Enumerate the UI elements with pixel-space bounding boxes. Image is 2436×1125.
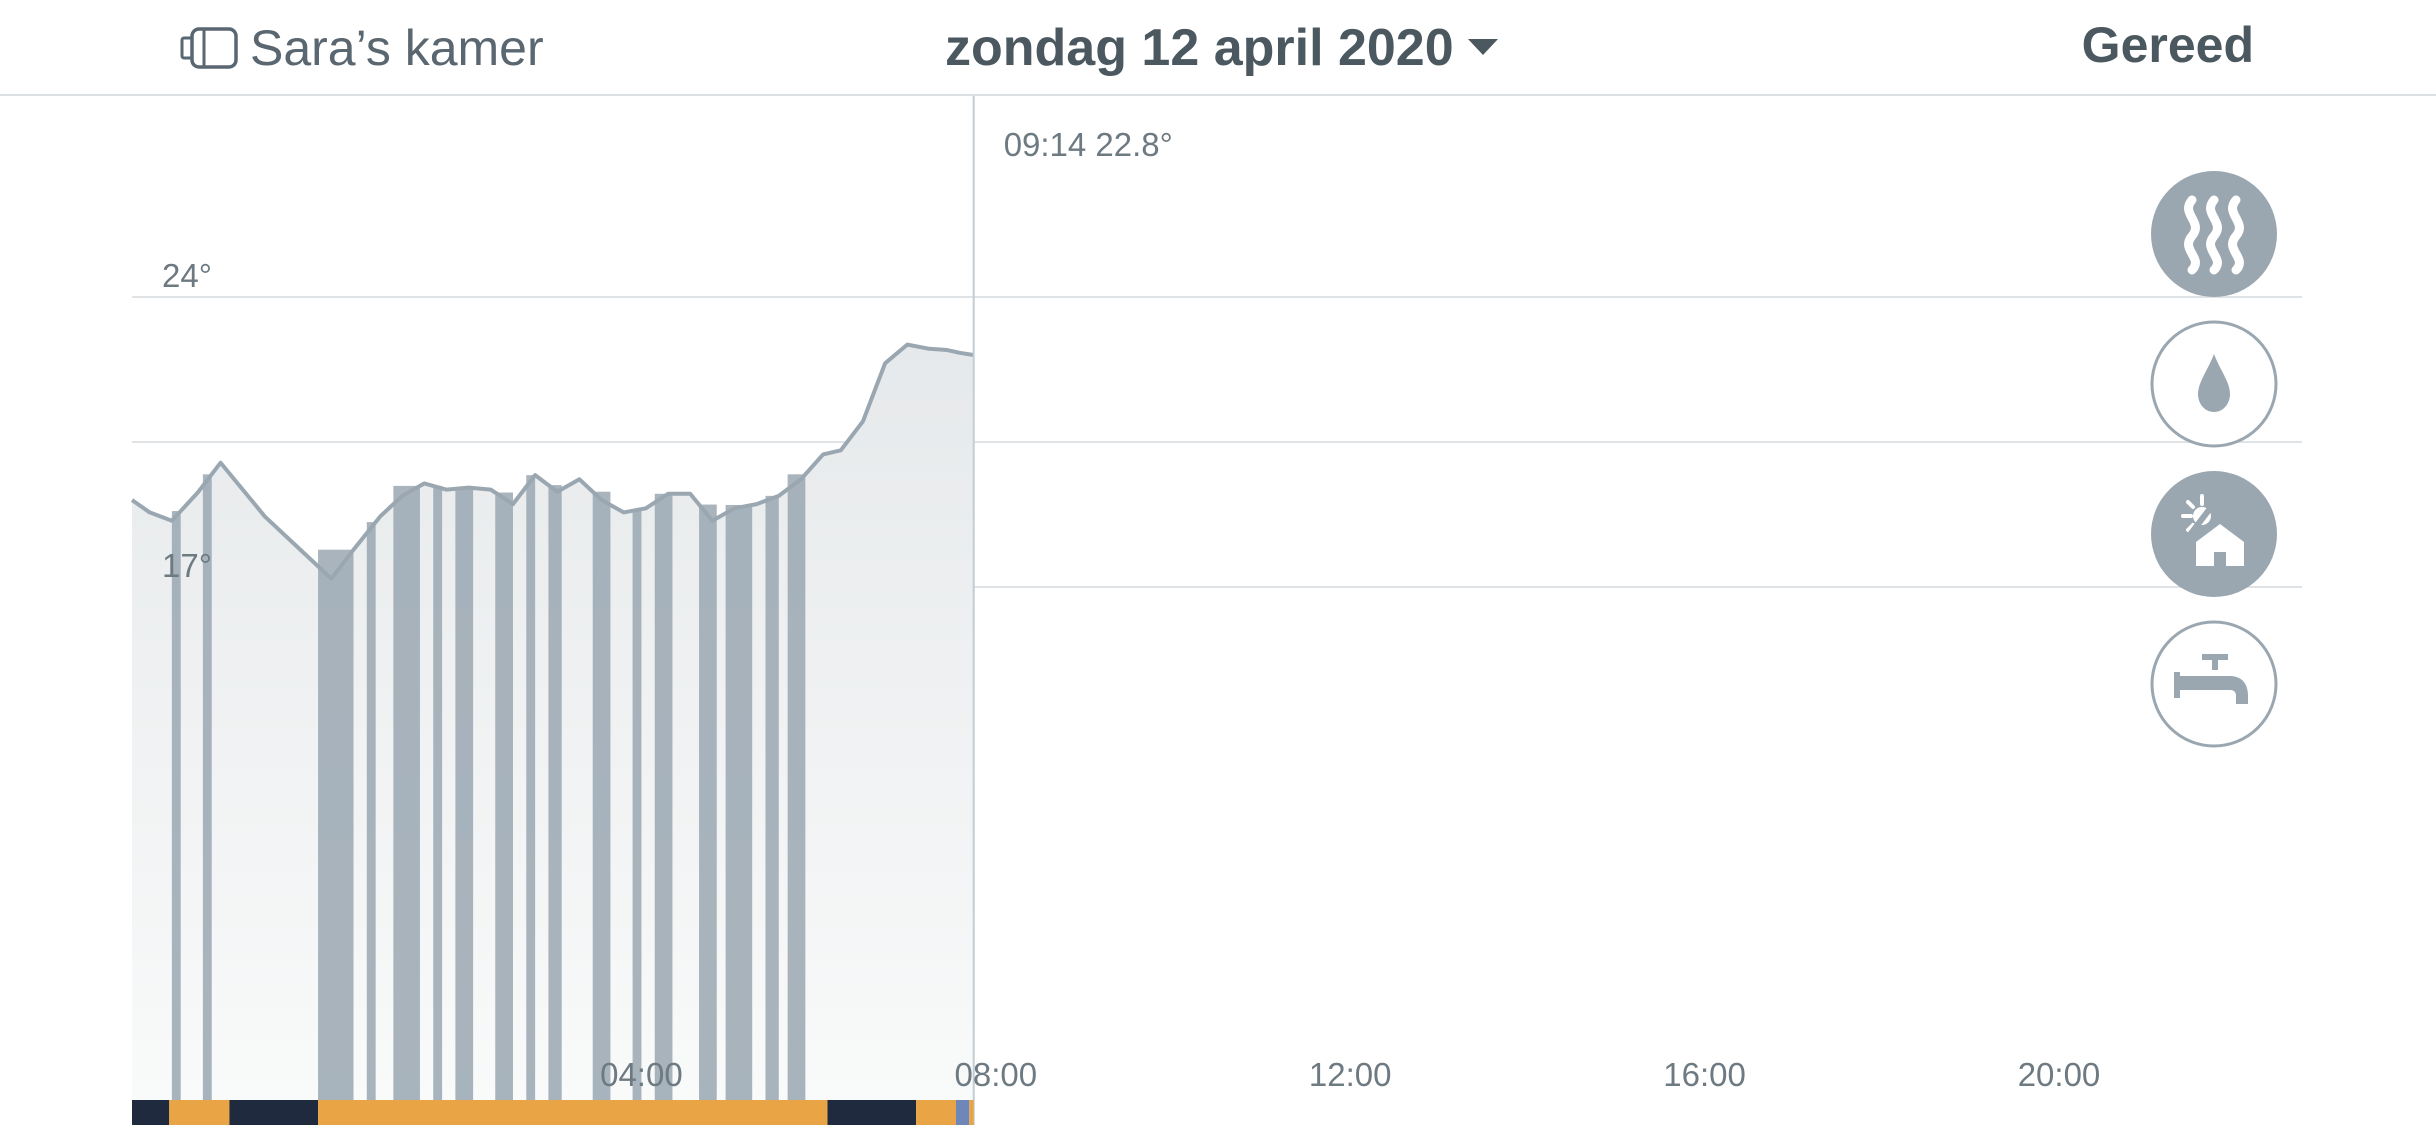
y-tick-label: 17° — [162, 547, 212, 584]
heating-bar — [318, 549, 354, 1100]
heating-bar — [765, 495, 779, 1100]
heating-bar — [393, 485, 420, 1100]
heating-bar — [171, 511, 181, 1100]
water-tap-icon — [2150, 620, 2278, 748]
heating-bar — [654, 493, 673, 1100]
heating-bar — [433, 485, 443, 1100]
x-tick-label: 04:00 — [600, 1056, 683, 1093]
date-label: zondag 12 april 2020 — [945, 19, 1454, 77]
time-cursor[interactable]: 09:14 22.8° — [972, 96, 1173, 1125]
radiator-valve-icon — [180, 26, 240, 70]
heat-waves-icon — [2151, 171, 2277, 297]
x-tick-label: 16:00 — [1663, 1056, 1746, 1093]
status-strip — [132, 1100, 974, 1125]
heating-bar — [526, 475, 536, 1101]
status-segment — [955, 1100, 970, 1125]
humidity-toggle[interactable] — [2150, 320, 2278, 448]
x-tick-label: 08:00 — [955, 1056, 1038, 1093]
room-name: Sara’s kamer — [250, 20, 544, 76]
room-selector-button[interactable]: Sara’s kamer — [180, 20, 544, 76]
heating-bar — [592, 491, 611, 1100]
status-segment — [132, 1100, 170, 1125]
sun-house-icon — [2151, 471, 2277, 597]
y-tick-label: 24° — [162, 257, 212, 294]
status-segment — [318, 1100, 828, 1125]
heating-bar — [366, 522, 376, 1100]
outdoor-toggle[interactable] — [2150, 470, 2278, 598]
status-segment — [229, 1100, 319, 1125]
heating-toggle[interactable] — [2150, 170, 2278, 298]
status-segment — [969, 1100, 974, 1125]
heating-bar — [455, 487, 474, 1100]
status-segment — [916, 1100, 956, 1125]
heating-bar — [495, 492, 513, 1100]
x-tick-label: 20:00 — [2018, 1056, 2101, 1093]
heating-bar — [632, 509, 642, 1101]
cursor-readout: 09:14 22.8° — [1004, 126, 1173, 163]
date-picker-button[interactable]: zondag 12 april 2020 — [945, 18, 1498, 78]
x-tick-label: 12:00 — [1309, 1056, 1392, 1093]
hot-water-toggle[interactable] — [2150, 620, 2278, 748]
top-bar: Sara’s kamer zondag 12 april 2020 Gereed — [0, 0, 2436, 96]
heating-bar — [725, 504, 753, 1100]
water-drop-icon — [2150, 320, 2278, 448]
heating-bar — [787, 474, 806, 1100]
chevron-down-icon — [1467, 39, 1498, 57]
temperature-chart[interactable]: 09:14 22.8° 24° 17° 04:00 08:00 12:00 16:00 2… — [0, 96, 2436, 1125]
done-button[interactable]: Gereed — [2082, 16, 2254, 74]
status-segment — [169, 1100, 230, 1125]
heating-bar — [548, 485, 562, 1101]
heating-bar — [699, 504, 717, 1100]
status-segment — [827, 1100, 917, 1125]
